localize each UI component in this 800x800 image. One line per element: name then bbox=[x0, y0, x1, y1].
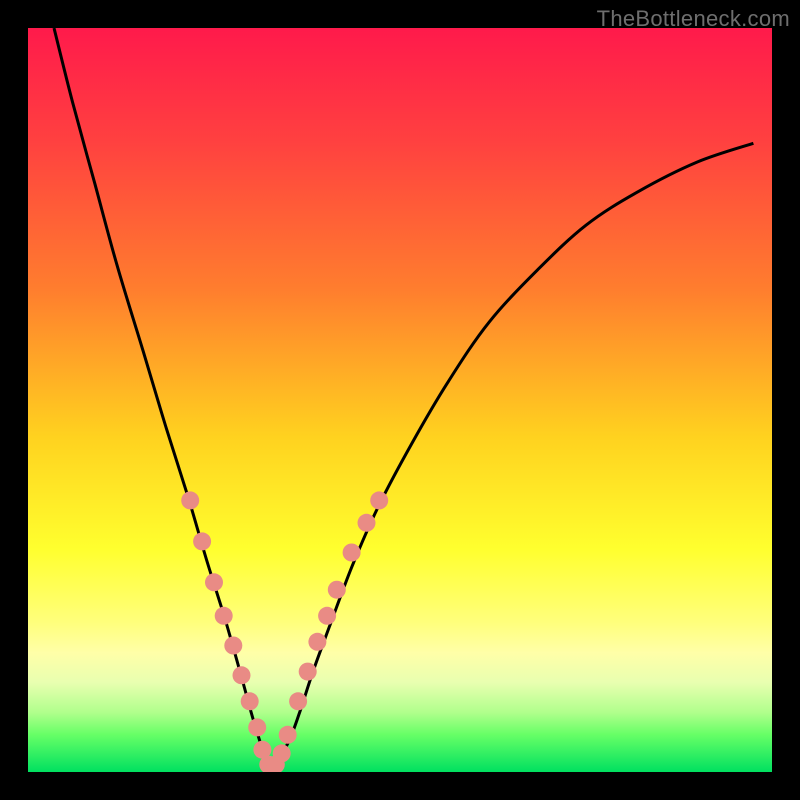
marker-dot bbox=[289, 692, 307, 710]
marker-dot bbox=[224, 637, 242, 655]
marker-dot bbox=[181, 491, 199, 509]
marker-dot bbox=[318, 607, 336, 625]
marker-dot bbox=[343, 544, 361, 562]
marker-dot bbox=[273, 744, 291, 762]
chart-svg bbox=[28, 28, 772, 772]
marker-dot bbox=[328, 581, 346, 599]
marker-dot bbox=[193, 532, 211, 550]
curve-group bbox=[54, 28, 753, 766]
marker-dot bbox=[299, 663, 317, 681]
bottleneck-curve bbox=[54, 28, 753, 766]
marker-dot bbox=[215, 607, 233, 625]
outer-frame: TheBottleneck.com bbox=[0, 0, 800, 800]
marker-dot bbox=[248, 718, 266, 736]
marker-dot bbox=[205, 573, 223, 591]
marker-dot bbox=[241, 692, 259, 710]
marker-dot bbox=[308, 633, 326, 651]
marker-dot bbox=[233, 666, 251, 684]
markers-group bbox=[181, 491, 388, 772]
marker-dot bbox=[358, 514, 376, 532]
watermark-text: TheBottleneck.com bbox=[597, 6, 790, 32]
marker-dot bbox=[279, 726, 297, 744]
plot-area bbox=[28, 28, 772, 772]
marker-dot bbox=[370, 491, 388, 509]
